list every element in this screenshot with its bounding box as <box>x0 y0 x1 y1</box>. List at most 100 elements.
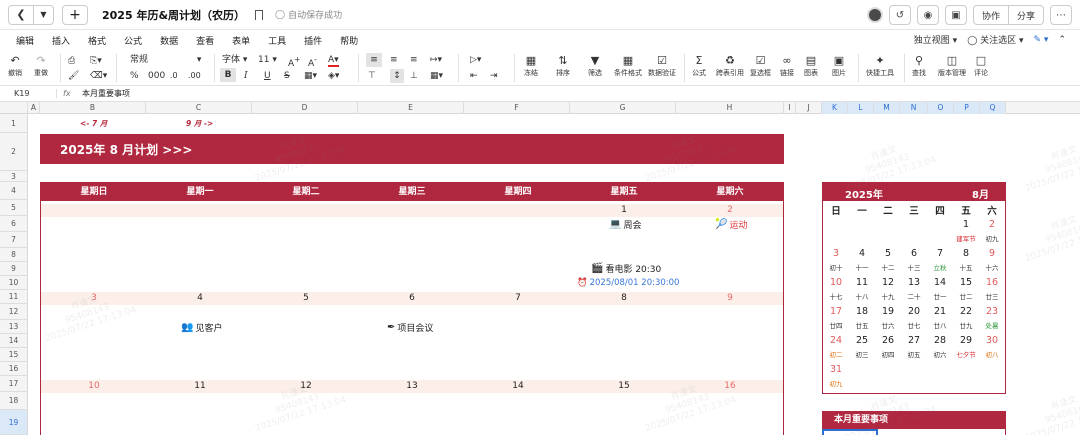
mini-day[interactable]: 5 <box>875 248 901 259</box>
formula-input[interactable]: 本月重要事项 <box>78 88 130 99</box>
column-header[interactable]: E <box>358 102 464 114</box>
row-header[interactable]: 18 <box>0 392 28 410</box>
bookmark-icon[interactable] <box>255 9 264 20</box>
column-header[interactable]: P <box>954 102 980 114</box>
select-all-corner[interactable] <box>0 102 28 114</box>
mini-day[interactable]: 14 <box>927 277 953 288</box>
align-center-button[interactable]: ≡ <box>390 53 398 67</box>
menu-data[interactable]: 数据 <box>160 34 178 47</box>
row-header[interactable]: 10 <box>0 276 28 290</box>
mini-day[interactable]: 6 <box>901 248 927 259</box>
mini-day[interactable]: 12 <box>875 277 901 288</box>
share-button[interactable]: 分享 <box>1008 5 1044 25</box>
day-number[interactable] <box>253 204 359 217</box>
menu-formula[interactable]: 公式 <box>124 34 142 47</box>
row-header[interactable]: 1 <box>0 114 28 133</box>
prev-month-link[interactable]: <- 7 月 <box>80 118 107 129</box>
mini-day[interactable]: 17 <box>823 306 849 317</box>
day-number[interactable]: 4 <box>147 292 253 305</box>
menu-view[interactable]: 查看 <box>196 34 214 47</box>
more-icon[interactable]: ⋯ <box>1050 5 1072 25</box>
mini-day[interactable]: 26 <box>875 335 901 346</box>
day-number[interactable]: 13 <box>359 380 465 393</box>
menu-plugins[interactable]: 插件 <box>304 34 322 47</box>
mini-day[interactable]: 27 <box>901 335 927 346</box>
row-header[interactable]: 7 <box>0 232 28 248</box>
mini-day[interactable]: 8 <box>953 248 979 259</box>
row-header[interactable]: 2 <box>0 133 28 171</box>
day-number[interactable]: 14 <box>465 380 571 393</box>
valign-top-button[interactable]: ⊤ <box>368 69 376 83</box>
mini-day[interactable]: 23 <box>979 306 1005 317</box>
indent-decrease-button[interactable]: ⇤ <box>470 69 478 83</box>
mini-day[interactable]: 2 <box>979 219 1005 230</box>
mini-day[interactable]: 13 <box>901 277 927 288</box>
menu-tools[interactable]: 工具 <box>268 34 286 47</box>
quick-tools-button[interactable]: ✦ 快捷工具 <box>866 54 894 78</box>
collab-button[interactable]: 协作 <box>972 5 1009 25</box>
cell-reference[interactable]: K19 <box>0 89 56 98</box>
sort-button[interactable]: ⇅ 排序 <box>556 54 570 78</box>
history-icon[interactable]: ↺ <box>888 5 911 25</box>
fill-color-button[interactable]: ◈▾ <box>328 69 339 83</box>
border-button[interactable]: ▦▾ <box>304 69 317 83</box>
paste-icon[interactable]: ⎘▾ <box>90 54 102 68</box>
row-header[interactable]: 12 <box>0 304 28 320</box>
day-number[interactable]: 6 <box>359 292 465 305</box>
print-icon[interactable]: ⎙ <box>68 54 75 68</box>
valign-middle-button[interactable]: ↕ <box>390 69 404 83</box>
percent-button[interactable]: % <box>130 69 139 83</box>
mini-day[interactable]: 24 <box>823 335 849 346</box>
rotate-text-button[interactable]: ▷▾ <box>470 53 481 67</box>
wrap-button[interactable]: ↦▾ <box>430 53 442 67</box>
menu-form[interactable]: 表单 <box>232 34 250 47</box>
row-header[interactable]: 16 <box>0 362 28 376</box>
align-left-button[interactable]: ≡ <box>366 53 382 67</box>
filter-button[interactable]: ▼ 筛选 <box>588 54 602 78</box>
event-project-meeting[interactable]: ✒ 项目会议 <box>387 321 433 334</box>
event-reminder[interactable]: ⏰ 2025/08/01 20:30:00 <box>577 278 679 288</box>
day-number[interactable] <box>359 204 465 217</box>
link-button[interactable]: ∞ 链接 <box>780 54 794 78</box>
day-number[interactable]: 15 <box>571 380 677 393</box>
record-icon[interactable]: ◉ <box>916 5 939 25</box>
column-header[interactable]: B <box>40 102 146 114</box>
comment-button[interactable]: □ 评论 <box>974 54 988 78</box>
mini-day[interactable]: 20 <box>901 306 927 317</box>
row-header[interactable]: 9 <box>0 262 28 276</box>
day-number[interactable]: 2 <box>677 204 783 217</box>
day-number[interactable]: 10 <box>41 380 147 393</box>
column-header[interactable]: J <box>796 102 822 114</box>
focus-toggle[interactable]: ◯ 关注选区 ▾ <box>967 33 1023 46</box>
number-format-dropdown[interactable]: 常规 ▾ <box>130 53 201 67</box>
mini-day[interactable]: 30 <box>979 335 1005 346</box>
mini-day[interactable]: 1 <box>953 219 979 230</box>
font-increase-button[interactable]: A+ <box>288 53 300 69</box>
font-dropdown[interactable]: 字体 ▾ <box>222 53 247 67</box>
mini-day[interactable]: 19 <box>875 306 901 317</box>
undo-button[interactable]: ↶ 撤销 <box>8 54 22 78</box>
column-header[interactable]: I <box>784 102 796 114</box>
row-header[interactable]: 14 <box>0 334 28 348</box>
day-number[interactable] <box>465 204 571 217</box>
font-color-button[interactable]: A▾ <box>328 53 339 67</box>
row-header[interactable]: 13 <box>0 320 28 334</box>
menu-format[interactable]: 格式 <box>88 34 106 47</box>
column-header[interactable]: G <box>570 102 676 114</box>
new-tab-button[interactable]: + <box>62 4 88 25</box>
present-icon[interactable]: ▣ <box>944 5 967 25</box>
mini-day[interactable]: 28 <box>927 335 953 346</box>
row-header[interactable]: 11 <box>0 290 28 304</box>
mini-day[interactable]: 10 <box>823 277 849 288</box>
decimal-remove-button[interactable]: .00 <box>188 69 201 83</box>
event-movie[interactable]: 🎬 看电影 20:30 <box>591 262 661 275</box>
day-number[interactable] <box>147 204 253 217</box>
row-header[interactable]: 5 <box>0 200 28 216</box>
column-header[interactable]: K <box>822 102 848 114</box>
column-header[interactable]: N <box>900 102 928 114</box>
back-icon[interactable]: ❮ <box>9 6 33 24</box>
next-month-link[interactable]: 9 月 -> <box>186 118 213 129</box>
chart-button[interactable]: ▤ 图表 <box>804 54 818 78</box>
view-mode-dropdown[interactable]: 独立视图 ▾ <box>914 33 957 46</box>
mini-day[interactable]: 22 <box>953 306 979 317</box>
